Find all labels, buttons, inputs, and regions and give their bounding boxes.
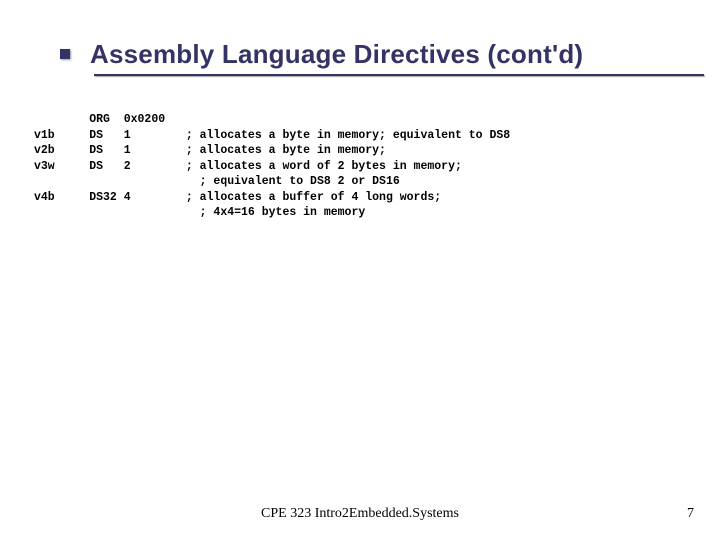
footer-text: CPE 323 Intro2Embedded.Systems [0, 506, 720, 522]
assembly-code-block: ORG 0x0200 v1b DS 1 ; allocates a byte i… [34, 112, 510, 221]
page-number: 7 [687, 506, 694, 522]
title-underline [94, 74, 704, 76]
slide-title-bar: Assembly Language Directives (cont'd) [30, 32, 705, 76]
title-bullet [60, 49, 70, 59]
slide-title: Assembly Language Directives (cont'd) [90, 39, 583, 70]
